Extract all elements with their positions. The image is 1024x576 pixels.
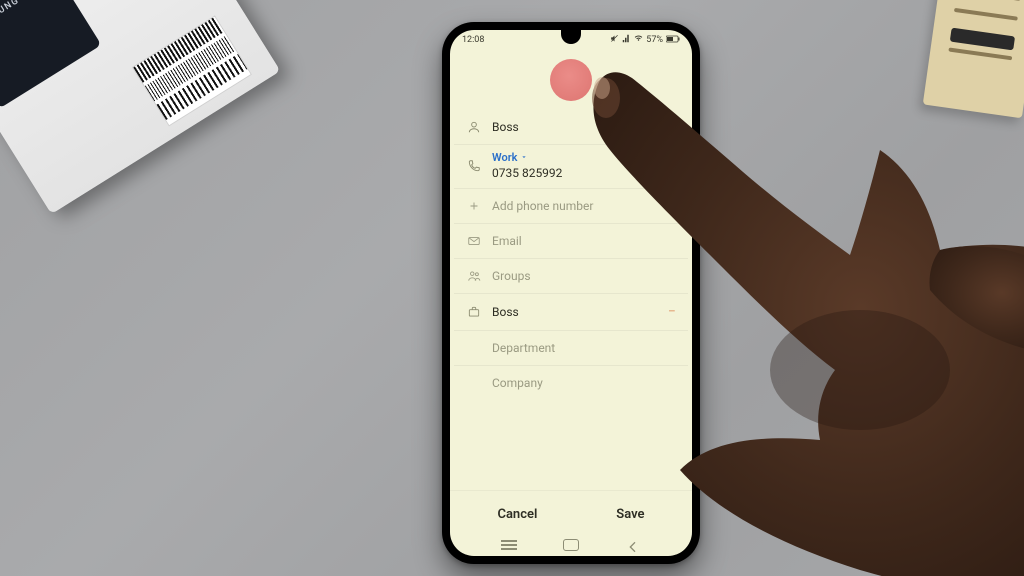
wooden-block [923, 0, 1024, 118]
contact-form: Boss Work 0735 825992 [450, 110, 692, 490]
name-field[interactable]: Boss [492, 120, 676, 134]
department-placeholder: Department [492, 341, 676, 355]
person-icon [466, 120, 482, 134]
add-phone-label: Add phone number [492, 199, 676, 213]
phone-device: 12:08 57% [442, 22, 700, 564]
phone-icon [466, 159, 482, 173]
phone-type-dropdown[interactable]: Work [492, 151, 676, 164]
battery-icon [666, 35, 680, 46]
nav-recent-button[interactable] [501, 539, 517, 551]
work-title-field[interactable]: Boss [492, 305, 658, 319]
phone-row[interactable]: Work 0735 825992 [454, 145, 688, 189]
nav-home-button[interactable] [563, 539, 579, 551]
phone-type-label: Work [492, 151, 517, 164]
battery-text: 57% [646, 35, 663, 45]
signal-icon [622, 34, 631, 46]
cancel-button[interactable]: Cancel [479, 501, 555, 528]
groups-icon [466, 269, 482, 283]
chevron-down-icon [520, 151, 528, 164]
company-row[interactable]: Company [454, 366, 688, 400]
add-phone-row[interactable]: Add phone number [454, 189, 688, 224]
email-placeholder: Email [492, 234, 676, 248]
department-row[interactable]: Department [454, 331, 688, 366]
company-placeholder: Company [492, 376, 676, 390]
navigation-bar [450, 534, 692, 556]
email-icon [466, 234, 482, 248]
status-time: 12:08 [462, 35, 484, 45]
name-row[interactable]: Boss [454, 110, 688, 145]
work-title-row[interactable]: Boss − [454, 294, 688, 331]
wifi-icon [634, 34, 643, 46]
remove-work-button[interactable]: − [668, 304, 676, 320]
briefcase-icon [466, 305, 482, 319]
groups-placeholder: Groups [492, 269, 676, 283]
nav-back-button[interactable] [625, 539, 641, 551]
phone-screen: 12:08 57% [450, 30, 692, 556]
plus-icon [466, 200, 482, 212]
save-button[interactable]: Save [598, 501, 662, 528]
touch-indicator [550, 59, 592, 101]
bottom-action-bar: Cancel Save [450, 490, 692, 534]
phone-field[interactable]: 0735 825992 [492, 166, 676, 180]
profile-photo-area[interactable] [450, 50, 692, 110]
groups-row[interactable]: Groups [454, 259, 688, 294]
mute-icon [610, 34, 619, 46]
email-row[interactable]: Email [454, 224, 688, 259]
